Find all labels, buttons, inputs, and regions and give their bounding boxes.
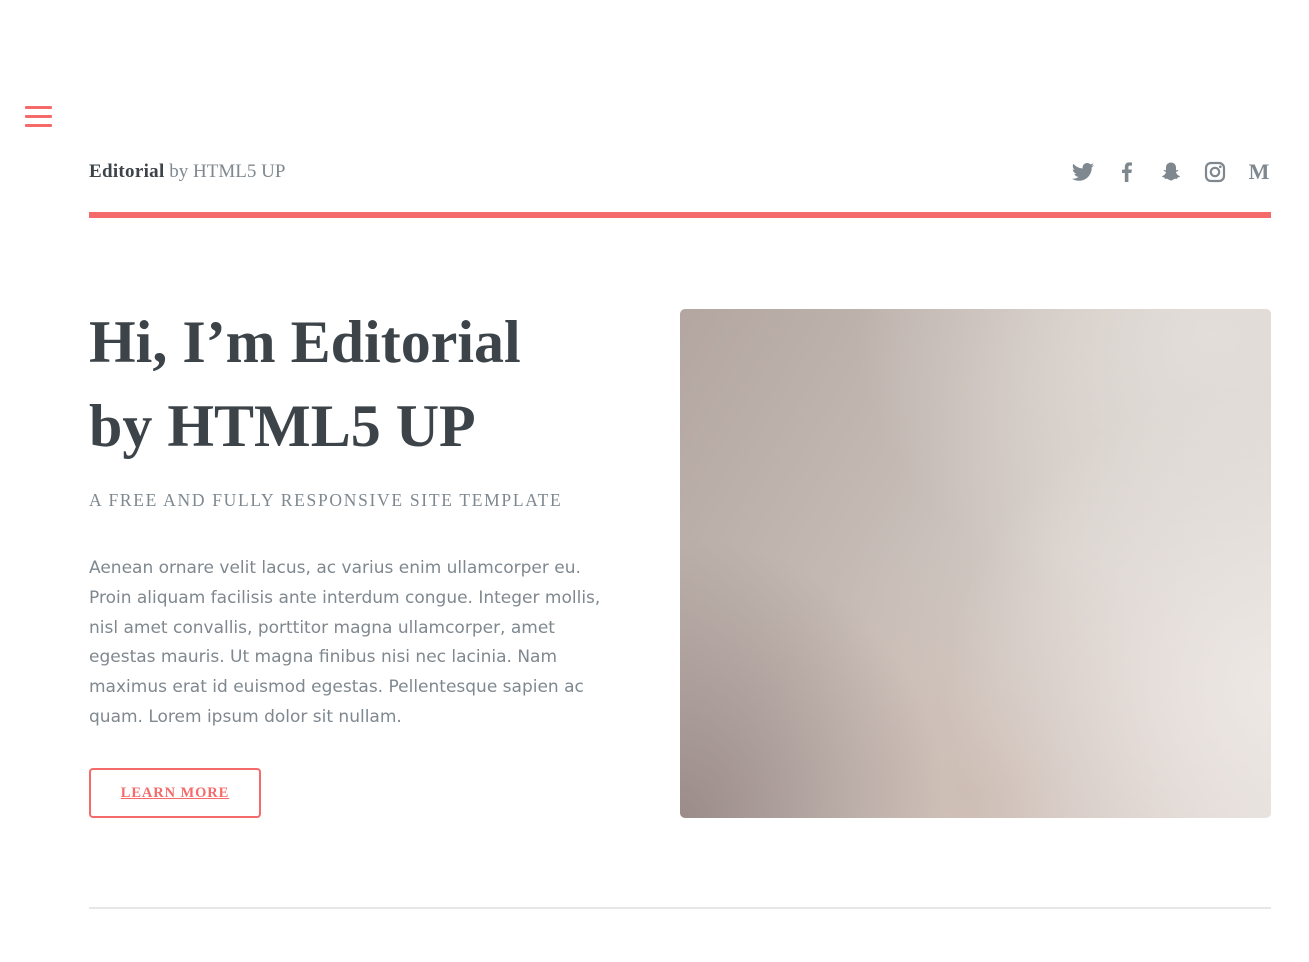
twitter-icon[interactable] (1071, 160, 1095, 184)
snapchat-icon[interactable] (1159, 160, 1183, 184)
banner-title: Hi, I’m Editorial by HTML5 UP (89, 300, 649, 468)
logo-byline: by HTML5 UP (164, 161, 286, 182)
banner-title-line1: Hi, I’m Editorial (89, 309, 521, 375)
hamburger-menu-icon[interactable] (25, 104, 53, 130)
medium-glyph: M (1248, 159, 1270, 184)
banner-subtitle: A FREE AND FULLY RESPONSIVE SITE TEMPLAT… (89, 490, 563, 510)
social-icons: M (1051, 160, 1271, 184)
section-divider (89, 907, 1271, 909)
site-logo[interactable]: Editorial by HTML5 UP (89, 161, 285, 183)
logo-strong: Editorial (89, 161, 165, 182)
site-header: Editorial by HTML5 UP M (89, 156, 1271, 196)
facebook-icon[interactable] (1115, 160, 1139, 184)
banner-title-line2: by HTML5 UP (89, 393, 476, 459)
header-divider (89, 212, 1271, 218)
banner-image (680, 309, 1271, 818)
menu-bar-top (25, 106, 52, 109)
menu-bar-middle (25, 115, 52, 118)
menu-bar-bottom (25, 124, 52, 127)
instagram-icon[interactable] (1203, 160, 1227, 184)
banner-body: Aenean ornare velit lacus, ac varius eni… (89, 558, 601, 727)
medium-icon[interactable]: M (1247, 160, 1271, 184)
learn-more-button[interactable]: LEARN MORE (89, 768, 261, 818)
